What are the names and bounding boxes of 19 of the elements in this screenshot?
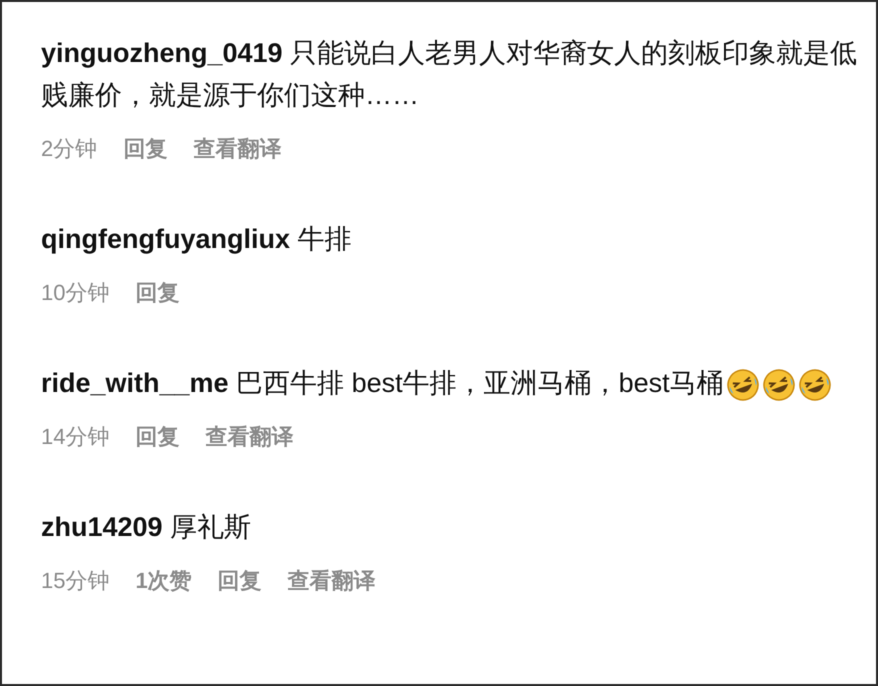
comment-action[interactable]: 查看翻译 xyxy=(288,566,376,596)
comment-time: 15分钟 xyxy=(41,567,110,595)
comment-action[interactable]: 回复 xyxy=(135,422,180,452)
comment-action[interactable]: 1次赞 xyxy=(135,566,192,596)
comment-action[interactable]: 回复 xyxy=(123,134,168,164)
comment-action[interactable]: 查看翻译 xyxy=(193,134,282,164)
comment-text: zhu14209 厚礼斯 xyxy=(41,512,252,542)
comment-action[interactable]: 查看翻译 xyxy=(205,422,294,452)
comment-action[interactable]: 回复 xyxy=(218,566,262,596)
comment-time: 2分钟 xyxy=(41,135,98,163)
comment-text: yinguozheng_0419 只能说白人老男人对华裔女人的刻板印象就是低贱廉价，就是源于你们这种…… xyxy=(41,38,858,110)
comment-time: 10分钟 xyxy=(41,279,110,307)
comment-time: 14分钟 xyxy=(41,423,110,451)
laughing-emoji-icon xyxy=(726,368,760,402)
comment-action[interactable]: 回复 xyxy=(135,278,180,308)
comment-text: ride_with__me 巴西牛排 best牛排，亚洲马桶，best马桶 xyxy=(41,368,724,398)
laughing-emoji-icon xyxy=(798,368,832,402)
comment-text: qingfengfuyangliux 牛排 xyxy=(41,224,352,254)
laughing-emoji-icon xyxy=(762,368,796,402)
